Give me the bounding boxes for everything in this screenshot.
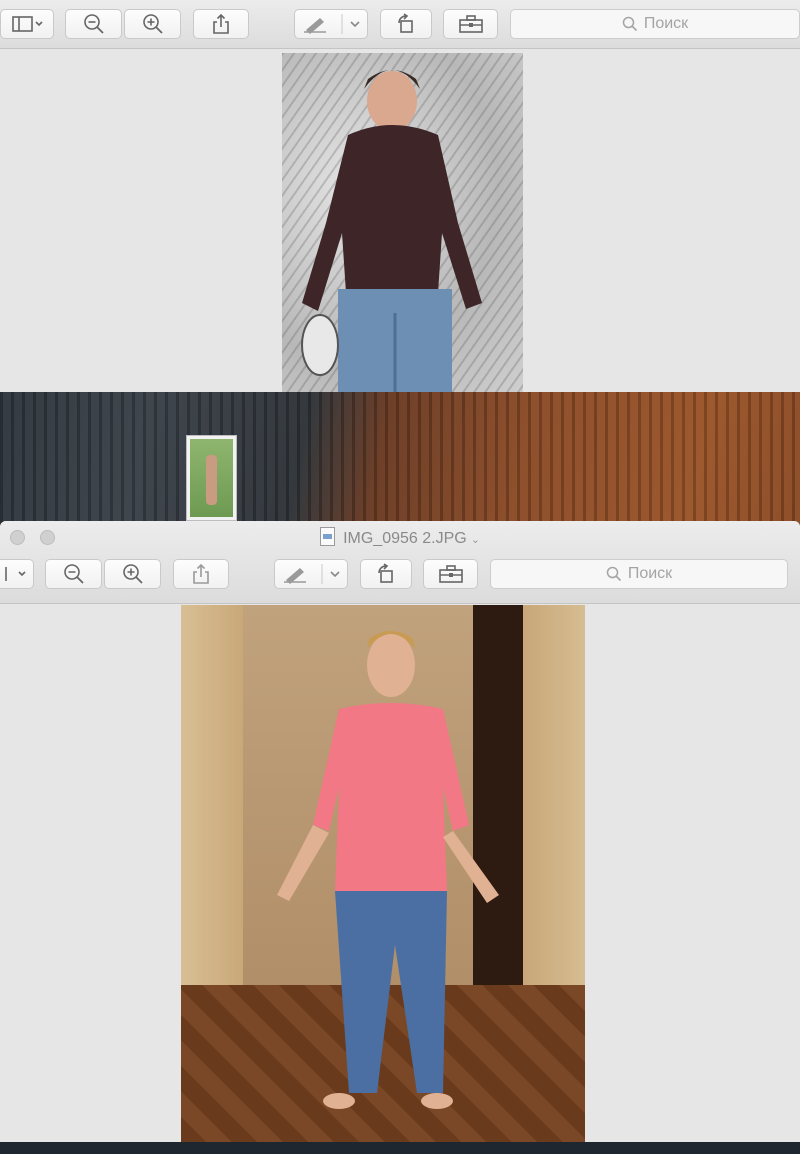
zoom-out-icon [83,14,104,34]
toolbox-icon [458,15,483,33]
zoom-out-button[interactable] [45,559,102,589]
window-title-text: IMG_0956 2.JPG [343,530,467,547]
markup-pen-icon [284,564,340,584]
search-placeholder: Поиск [627,565,673,582]
zoom-in-button[interactable] [124,9,181,39]
zoom-in-icon [142,14,163,34]
sidebar-icon [12,16,43,32]
wallpaper-cliff-texture [0,390,800,530]
toolbar-bottom: IMG_0956 2.JPG ⌄ Поиск [0,521,800,604]
search-placeholder: Поиск [643,15,689,32]
search-icon [606,566,621,582]
preview-image-bottom [181,605,585,1142]
share-icon [213,13,229,34]
sidebar-view-button[interactable] [0,559,34,589]
preview-window-top: Поиск [0,0,800,392]
window-title[interactable]: IMG_0956 2.JPG ⌄ [0,527,800,548]
sidebar-icon [5,567,26,581]
zoom-out-button[interactable] [65,9,122,39]
toolbar-top: Поиск [0,0,800,49]
search-field[interactable]: Поиск [490,559,788,589]
person-figure-top [301,70,482,392]
desktop-image-thumbnail[interactable] [186,435,237,521]
search-field[interactable]: Поиск [510,9,800,39]
toolbox-button[interactable] [443,9,498,39]
preview-window-bottom: IMG_0956 2.JPG ⌄ Поиск [0,521,800,1142]
toolbox-button[interactable] [423,559,478,589]
rotate-icon [378,563,393,583]
rotate-button[interactable] [360,559,412,589]
rotate-button[interactable] [380,9,432,39]
share-icon [193,563,209,584]
document-icon [320,527,336,546]
markup-pen-icon [304,14,360,34]
zoom-in-icon [122,564,143,584]
markup-button[interactable] [274,559,348,589]
preview-image-top [282,53,523,392]
wallpaper-bottom-strip [0,1142,800,1154]
rotate-icon [398,13,413,33]
search-icon [622,16,637,32]
zoom-out-icon [63,564,84,584]
share-button[interactable] [173,559,229,589]
chevron-down-icon: ⌄ [470,534,480,546]
zoom-in-button[interactable] [104,559,161,589]
markup-button[interactable] [294,9,368,39]
thumbnail-image [190,439,233,517]
share-button[interactable] [193,9,249,39]
sidebar-view-button[interactable] [0,9,54,39]
toolbox-icon [438,565,463,583]
person-figure-bottom [277,631,499,1109]
